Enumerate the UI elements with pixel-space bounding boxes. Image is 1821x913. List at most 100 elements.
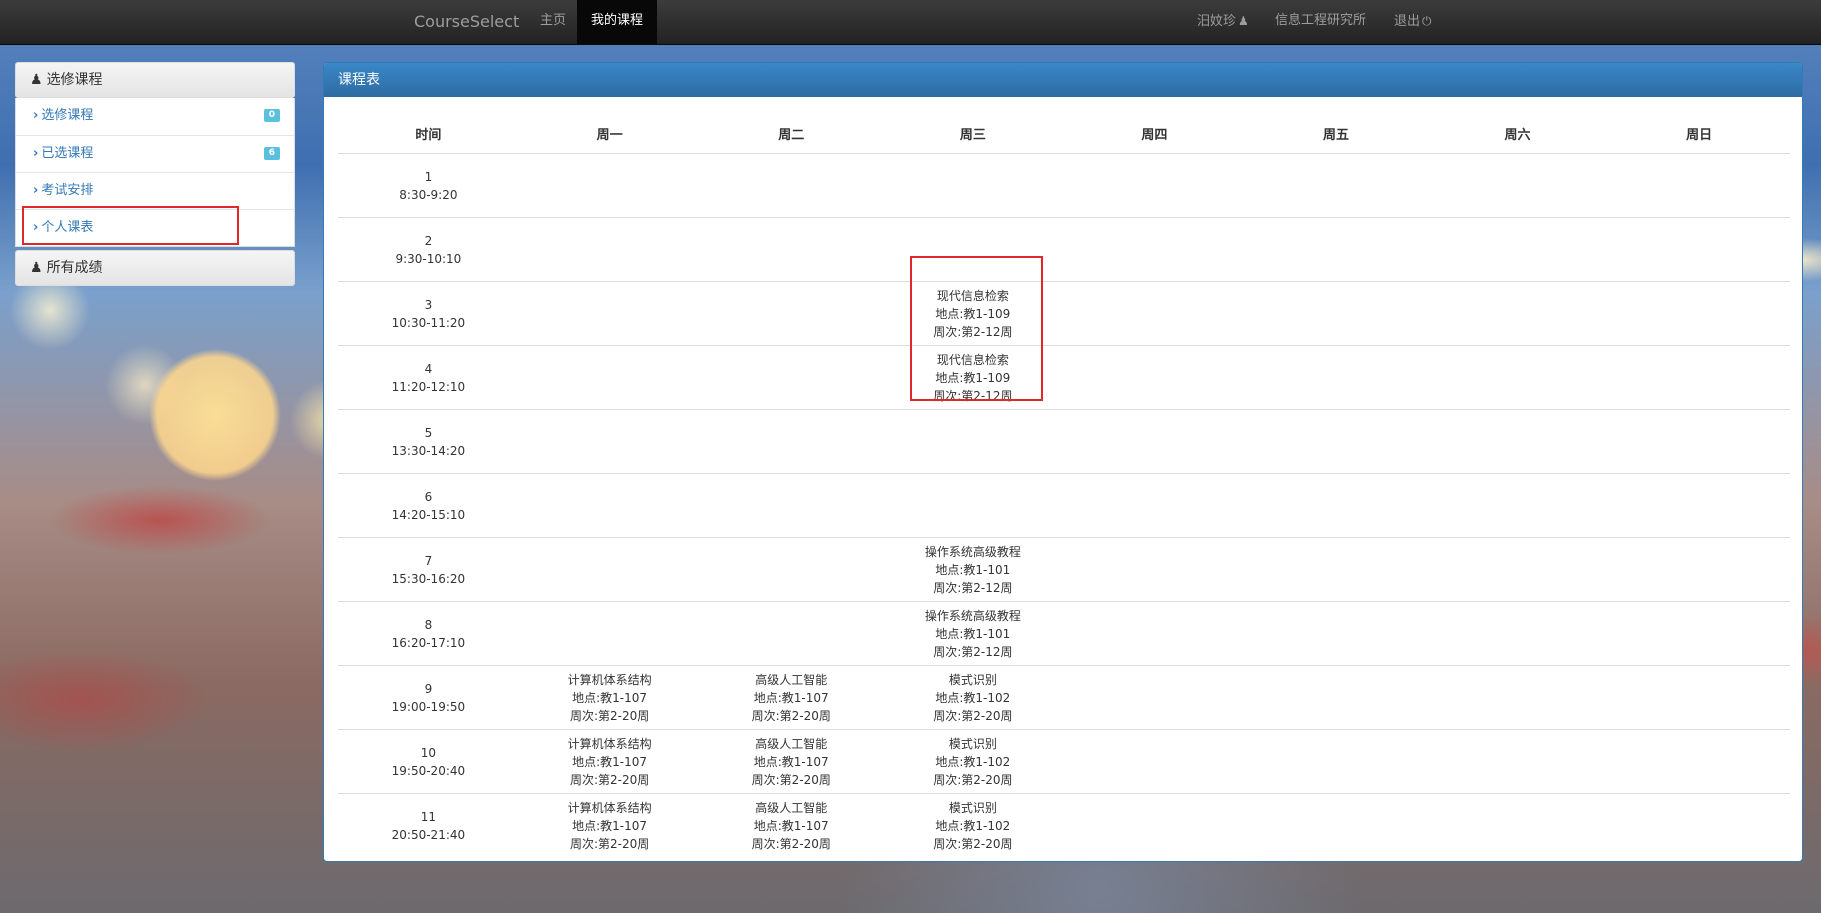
power-icon: ⏻ [1422,14,1432,28]
empty-cell [1608,409,1790,474]
period-cell: 2 9:30-10:10 [338,217,519,282]
chevron-right-icon: › [33,183,39,198]
period-cell: 6 14:20-15:10 [338,473,519,538]
sidebar-section-grades[interactable]: ♟ 所有成绩 [15,250,295,286]
sidebar-item-elective-courses[interactable]: › 选修课程 0 [16,98,294,135]
highlight-box [22,206,239,245]
empty-cell [1063,793,1246,857]
sidebar-item-exam-schedule[interactable]: › 考试安排 [16,172,294,209]
empty-cell [1063,409,1246,474]
column-header: 周六 [1426,113,1609,154]
count-badge: 0 [263,109,280,122]
table-row: 3 10:30-11:20 现代信息检索 地点:教1-109 周次:第2-12周 [338,281,1790,346]
empty-cell [700,153,883,218]
table-row: 2 9:30-10:10 [338,217,1790,282]
period-cell: 1 8:30-9:20 [338,153,519,218]
empty-cell [1245,729,1427,794]
period-number: 9 [424,681,433,696]
timetable: 时间 周一 周二 周三 周四 周五 周六 周日 1 8:30-9:20 2 9:30-10:10 3 1… [338,113,1790,857]
sidebar-item-selected-courses[interactable]: › 已选课程 6 [16,135,294,172]
period-cell: 9 19:00-19:50 [338,665,519,730]
empty-cell [1608,601,1790,666]
period-number: 2 [424,233,433,248]
empty-cell [700,217,883,282]
brand-link[interactable]: CourseSelect [414,0,519,44]
empty-cell [1245,345,1427,410]
column-header: 周五 [1245,113,1427,154]
empty-cell [518,473,701,538]
empty-cell [1245,601,1427,666]
empty-cell [1063,473,1246,538]
course-cell: 高级人工智能 地点:教1-107 周次:第2-20周 [700,729,883,794]
period-time: 19:00-19:50 [391,699,466,714]
empty-cell [1608,793,1790,857]
empty-cell [1245,409,1427,474]
empty-cell [518,217,701,282]
nav-user[interactable]: 汨妏珍 ♟ [1183,0,1263,44]
column-header: 周一 [518,113,701,154]
table-header-row: 时间 周一 周二 周三 周四 周五 周六 周日 [338,113,1790,154]
empty-cell [1608,281,1790,346]
period-cell: 4 11:20-12:10 [338,345,519,410]
empty-cell [1426,217,1609,282]
course-cell: 高级人工智能 地点:教1-107 周次:第2-20周 [700,793,883,857]
column-header: 周二 [700,113,883,154]
empty-cell [1608,537,1790,602]
empty-cell [1245,153,1427,218]
top-navbar: CourseSelect 主页 我的课程 汨妏珍 ♟ 信息工程研究所 退出 ⏻ [0,0,1821,45]
panel-title: 课程表 [324,63,1802,97]
empty-cell [1063,345,1246,410]
nav-my-courses[interactable]: 我的课程 [577,0,658,44]
period-time: 16:20-17:10 [391,635,466,650]
table-row: 9 19:00-19:50 计算机体系结构 地点:教1-107 周次:第2-20周高… [338,665,1790,730]
period-time: 10:30-11:20 [391,315,466,330]
period-time: 19:50-20:40 [391,763,466,778]
empty-cell [1245,537,1427,602]
empty-cell [1608,473,1790,538]
empty-cell [882,473,1064,538]
user-icon: ♟ [1238,14,1249,28]
empty-cell [882,409,1064,474]
table-row: 1 8:30-9:20 [338,153,1790,218]
empty-cell [882,153,1064,218]
nav-logout[interactable]: 退出 ⏻ [1380,0,1446,44]
empty-cell [1245,217,1427,282]
period-cell: 5 13:30-14:20 [338,409,519,474]
empty-cell [1426,281,1609,346]
empty-cell [1608,665,1790,730]
table-row: 4 11:20-12:10 现代信息检索 地点:教1-109 周次:第2-12周 [338,345,1790,410]
chevron-right-icon: › [33,108,39,123]
empty-cell [700,409,883,474]
period-number: 5 [424,425,433,440]
table-row: 7 15:30-16:20 操作系统高级教程 地点:教1-101 周次:第2-12周 [338,537,1790,602]
user-icon: ♟ [30,260,43,276]
nav-home[interactable]: 主页 [526,0,580,44]
empty-cell [518,601,701,666]
sidebar-section-elective[interactable]: ♟ 选修课程 [15,62,295,98]
period-time: 9:30-10:10 [395,251,462,266]
period-cell: 3 10:30-11:20 [338,281,519,346]
user-name: 汨妏珍 [1197,14,1237,29]
period-time: 20:50-21:40 [391,827,466,842]
period-time: 11:20-12:10 [391,379,466,394]
course-cell: 模式识别 地点:教1-102 周次:第2-20周 [882,793,1064,857]
empty-cell [1063,729,1246,794]
empty-cell [518,409,701,474]
empty-cell [1063,217,1246,282]
period-number: 8 [424,617,433,632]
chevron-right-icon: › [33,146,39,161]
nav-department[interactable]: 信息工程研究所 [1261,0,1380,44]
course-cell: 高级人工智能 地点:教1-107 周次:第2-20周 [700,665,883,730]
course-cell: 模式识别 地点:教1-102 周次:第2-20周 [882,665,1064,730]
period-cell: 11 20:50-21:40 [338,793,519,857]
table-row: 6 14:20-15:10 [338,473,1790,538]
period-number: 4 [424,361,433,376]
table-row: 10 19:50-20:40 计算机体系结构 地点:教1-107 周次:第2-20周… [338,729,1790,794]
empty-cell [700,345,883,410]
count-badge: 6 [263,147,280,160]
period-number: 1 [424,169,433,184]
empty-cell [1426,793,1609,857]
course-cell: 计算机体系结构 地点:教1-107 周次:第2-20周 [518,793,701,857]
column-header: 周三 [882,113,1064,154]
column-header: 周日 [1608,113,1790,154]
